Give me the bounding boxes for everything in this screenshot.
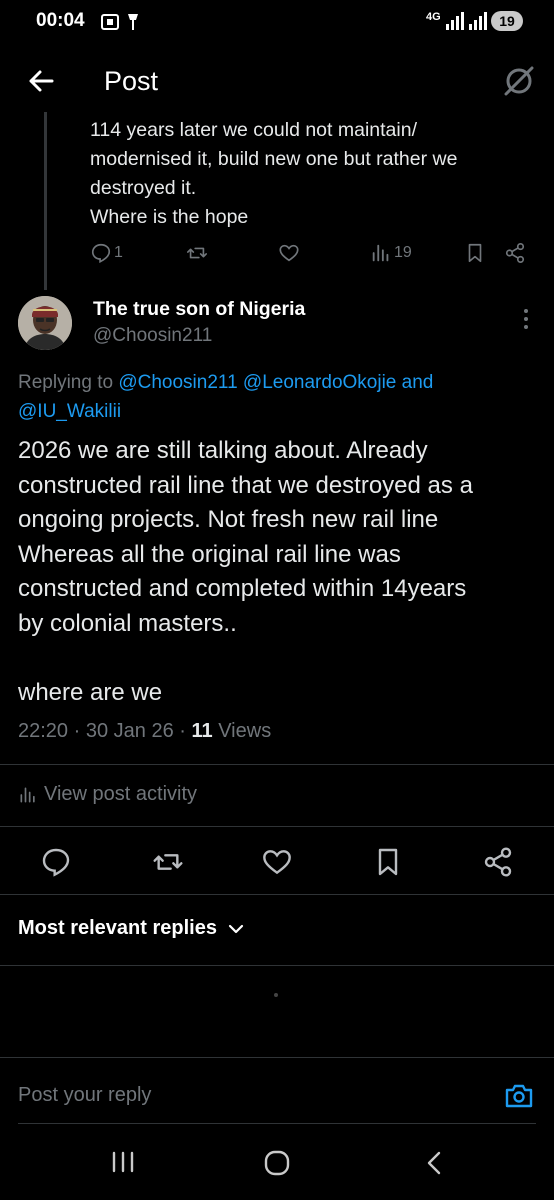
parent-like-button[interactable] xyxy=(278,240,300,266)
chevron-down-icon xyxy=(228,924,244,933)
parent-post-line: Where is the hope xyxy=(90,206,249,228)
bookmark-icon[interactable] xyxy=(372,846,404,878)
post-body-line: Whereas all the original rail line was xyxy=(18,540,401,568)
post-date: 30 Jan 26 xyxy=(85,720,174,742)
status-time: 00:04 xyxy=(36,10,85,31)
view-post-activity-label: View post activity xyxy=(44,783,198,805)
reply-input[interactable]: Post your reply xyxy=(18,1084,151,1107)
share-icon xyxy=(505,243,525,263)
arrow-left-icon[interactable] xyxy=(26,66,56,96)
recent-apps-icon[interactable] xyxy=(110,1150,136,1174)
parent-post-line: destroyed it. xyxy=(90,177,197,199)
reply-composer: Post your reply xyxy=(0,1058,554,1124)
back-nav-icon[interactable] xyxy=(424,1150,444,1176)
status-bar: 00:04 4G 19 xyxy=(0,0,554,44)
post-views-count: 11 xyxy=(191,720,213,742)
post-body-line: constructed and completed within 14years xyxy=(18,575,467,603)
post-body-line: constructed rail line that we destroyed … xyxy=(18,471,473,499)
parent-views-button[interactable]: 19 xyxy=(370,240,412,266)
view-post-activity-link[interactable]: View post activity xyxy=(18,783,197,806)
replying-prefix: Replying to xyxy=(18,372,114,393)
post-body-line: where are we xyxy=(18,679,163,707)
post-body-line: by colonial masters.. xyxy=(18,609,237,637)
reply-icon[interactable] xyxy=(40,846,72,878)
parent-post-line: 114 years later we could not maintain/ xyxy=(90,119,417,141)
home-icon[interactable] xyxy=(264,1150,290,1176)
divider xyxy=(0,894,554,895)
views-icon xyxy=(20,787,35,802)
parent-views-count: 19 xyxy=(394,244,412,261)
post-body: 2026 we are still talking about. Already… xyxy=(18,434,548,711)
author-handle[interactable]: @Choosin211 xyxy=(93,325,212,347)
mention-link[interactable]: @LeonardoOkojie xyxy=(243,372,396,393)
parent-share-button[interactable] xyxy=(504,240,526,266)
heart-icon xyxy=(279,244,299,262)
post-time: 22:20 xyxy=(18,720,69,742)
share-icon[interactable] xyxy=(482,846,514,878)
parent-post-text[interactable]: 114 years later we could not maintain/ m… xyxy=(90,116,530,232)
torch-icon xyxy=(128,14,138,30)
signal-icon-2 xyxy=(469,12,487,30)
parent-reply-button[interactable]: 1 xyxy=(90,240,123,266)
replies-sort-dropdown[interactable]: Most relevant replies xyxy=(18,917,245,940)
reply-icon xyxy=(91,243,111,264)
mention-link[interactable]: @IU_Wakilii xyxy=(18,401,121,422)
parent-reply-count: 1 xyxy=(114,244,123,261)
replying-to: Replying to @Choosin211 @LeonardoOkojie … xyxy=(18,368,538,426)
post-meta: 22:20 · 30 Jan 26 · 11 Views xyxy=(18,720,272,742)
post-body-line xyxy=(18,642,548,677)
author-name[interactable]: The true son of Nigeria xyxy=(93,298,305,321)
parent-bookmark-button[interactable] xyxy=(464,240,486,266)
battery-level: 19 xyxy=(491,11,523,31)
heart-icon[interactable] xyxy=(261,846,293,878)
camera-icon[interactable] xyxy=(503,1080,535,1112)
parent-post-line: modernised it, build new one but rather … xyxy=(90,148,458,170)
divider xyxy=(0,965,554,966)
avatar[interactable] xyxy=(18,296,72,350)
views-icon xyxy=(372,244,389,262)
mention-link[interactable]: @Choosin211 xyxy=(118,372,237,393)
system-nav-bar xyxy=(0,1124,554,1200)
grok-icon[interactable] xyxy=(502,64,536,98)
divider xyxy=(0,826,554,827)
page-title: Post xyxy=(104,66,159,96)
post-body-line: ongoing projects. Not fresh new rail lin… xyxy=(18,506,439,534)
post-body-line: 2026 we are still talking about. Already xyxy=(18,437,428,464)
post-views-label: Views xyxy=(218,720,272,742)
network-type: 4G xyxy=(426,11,441,23)
parent-repost-button[interactable] xyxy=(186,240,208,266)
mention-and[interactable]: and xyxy=(402,372,434,393)
repost-icon[interactable] xyxy=(152,846,184,878)
screenshot-icon xyxy=(101,14,119,30)
divider xyxy=(0,764,554,765)
loading-indicator xyxy=(274,993,278,997)
thread-connector xyxy=(44,112,47,290)
app-header: Post xyxy=(0,52,554,112)
repost-icon xyxy=(187,247,207,259)
more-options-icon[interactable] xyxy=(516,306,536,332)
signal-icon xyxy=(446,12,464,30)
bookmark-icon xyxy=(468,243,482,263)
replies-sort-label: Most relevant replies xyxy=(18,917,217,939)
